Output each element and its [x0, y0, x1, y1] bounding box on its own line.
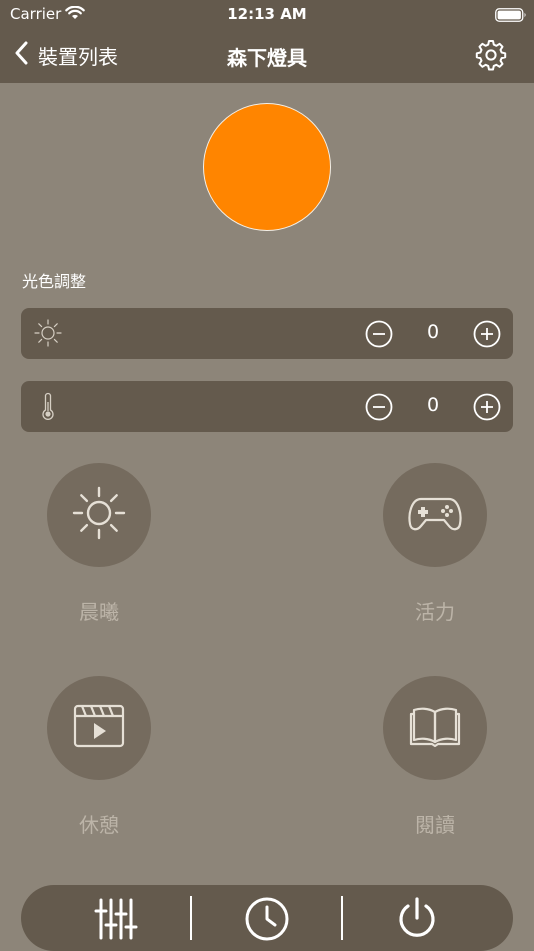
light-color-indicator[interactable] — [203, 103, 331, 231]
top-bar: Carrier 12:13 AM 裝置列表 森下燈具 — [0, 0, 534, 83]
clock-icon[interactable] — [242, 894, 292, 944]
battery-icon — [495, 7, 527, 26]
gear-icon[interactable] — [474, 38, 508, 72]
power-icon[interactable] — [392, 894, 442, 944]
back-button[interactable]: 裝置列表 — [14, 40, 118, 70]
scene-reading-circle — [383, 676, 487, 780]
brightness-decrease-button[interactable] — [365, 320, 393, 348]
brightness-increase-button[interactable] — [473, 320, 501, 348]
gamepad-icon — [407, 493, 463, 537]
scene-active-button[interactable]: 活力 — [383, 463, 487, 624]
scene-morning-circle — [47, 463, 151, 567]
toolbar-divider — [341, 896, 343, 940]
temperature-value: 0 — [426, 394, 440, 416]
sliders-icon[interactable] — [91, 894, 141, 944]
book-icon — [408, 704, 462, 752]
scene-rest-label: 休憩 — [79, 813, 119, 837]
scene-active-label: 活力 — [415, 600, 455, 624]
temperature-row: 0 — [21, 381, 513, 432]
scene-rest-circle — [47, 676, 151, 780]
scene-active-circle — [383, 463, 487, 567]
scene-rest-button[interactable]: 休憩 — [47, 676, 151, 837]
toolbar-divider — [190, 896, 192, 940]
thermometer-icon — [33, 391, 63, 425]
navigation-bar: 裝置列表 森下燈具 — [0, 28, 534, 83]
sun-icon — [71, 485, 127, 545]
scene-morning-button[interactable]: 晨曦 — [47, 463, 151, 624]
scene-morning-label: 晨曦 — [79, 600, 119, 624]
chevron-left-icon — [14, 41, 28, 69]
back-button-label: 裝置列表 — [38, 44, 118, 69]
bottom-toolbar — [21, 885, 513, 951]
status-bar: Carrier 12:13 AM — [0, 0, 534, 28]
brightness-value: 0 — [426, 321, 440, 343]
color-adjust-label: 光色調整 — [22, 272, 87, 291]
sun-icon — [33, 318, 63, 352]
scene-reading-label: 閱讀 — [415, 813, 455, 837]
scene-reading-button[interactable]: 閱讀 — [383, 676, 487, 837]
temperature-decrease-button[interactable] — [365, 393, 393, 421]
brightness-row: 0 — [21, 308, 513, 359]
temperature-increase-button[interactable] — [473, 393, 501, 421]
film-icon — [72, 703, 126, 753]
status-time: 12:13 AM — [227, 5, 307, 23]
